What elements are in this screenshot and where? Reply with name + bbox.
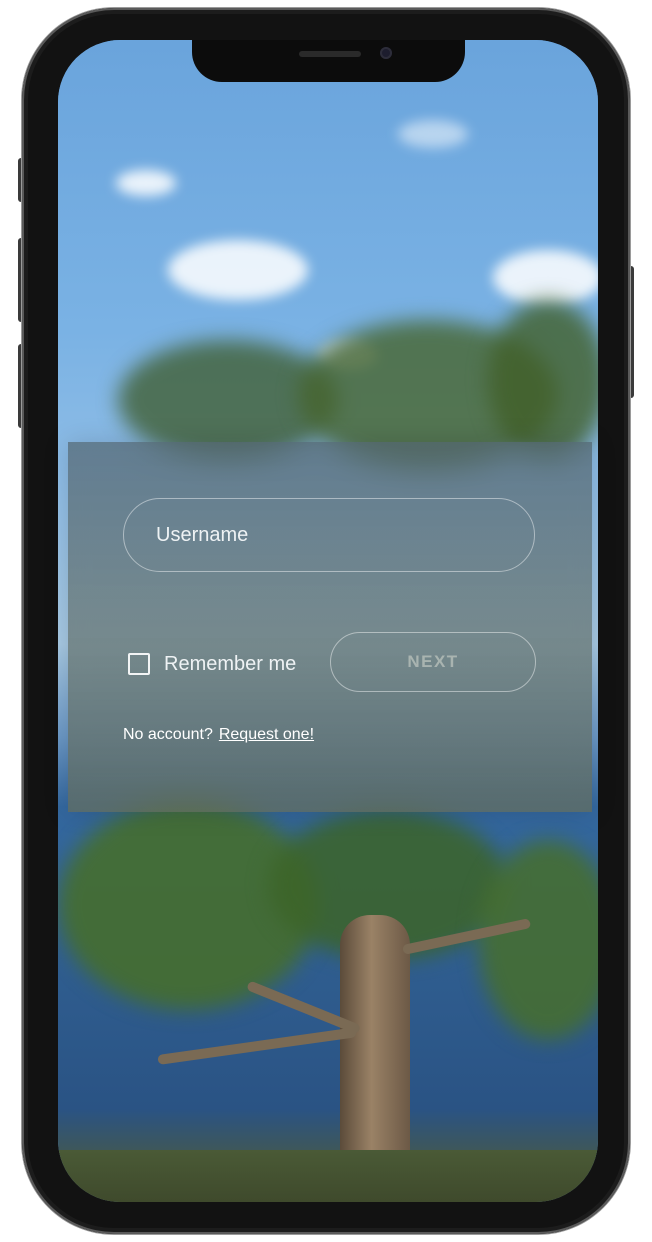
remember-me-toggle[interactable]: Remember me (128, 647, 296, 681)
cloud (398, 120, 468, 148)
cloud (116, 170, 176, 196)
cloud (493, 250, 598, 305)
speaker-grille (299, 51, 361, 57)
notch (192, 40, 465, 82)
cloud (168, 240, 308, 300)
request-account-link[interactable]: Request one! (219, 726, 314, 743)
username-placeholder: Username (156, 523, 249, 546)
no-account-text: No account? (123, 726, 213, 743)
no-account-row: No account? Request one! (123, 726, 314, 744)
remember-me-label: Remember me (164, 652, 297, 675)
pine-foliage (488, 300, 598, 460)
ground (58, 1150, 598, 1202)
next-button[interactable]: NEXT (330, 632, 536, 692)
remember-me-checkbox[interactable] (128, 653, 150, 675)
username-input[interactable]: Username (123, 498, 535, 572)
login-card: Username Remember me NEXT No account? Req… (68, 442, 592, 812)
front-camera (380, 47, 392, 59)
